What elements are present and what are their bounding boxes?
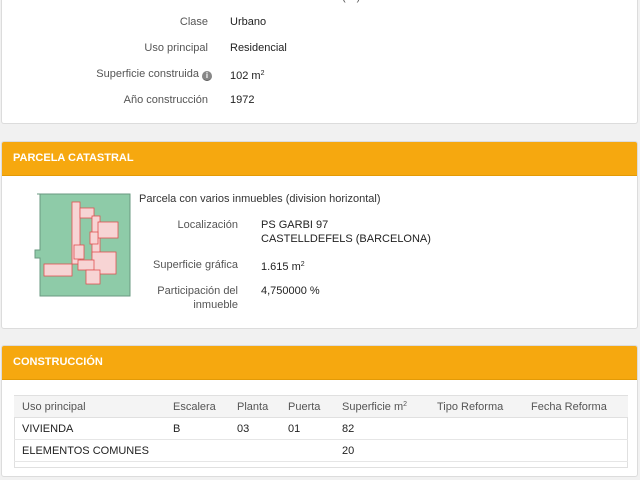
partial-text: (…) [342,0,360,4]
construccion-header: CONSTRUCCIÓN [2,346,637,380]
cell-fecha-reforma [523,439,628,462]
col-fecha-reforma: Fecha Reforma [523,395,628,418]
table-row: VIVIENDA B 03 01 82 [14,417,628,440]
col-escalera: Escalera [165,395,229,418]
superficie-construida-label-text: Superficie construida [96,68,199,80]
localizacion-line1: PS GARBI 97 [261,219,329,231]
cell-tipo-reforma [429,439,523,462]
table-header-row: Uso principal Escalera Planta Puerta Sup… [14,395,628,418]
participacion-label-1: Participación del [157,285,238,297]
cell-superficie: 82 [334,417,429,440]
col-puerta-text: Puerta [288,400,321,413]
parcela-header: PARCELA CATASTRAL [2,142,637,176]
col-puerta: Puerta [280,395,334,418]
sup-2-col: 2 [403,400,408,408]
superficie-grafica-value: 1.615 m2 [261,258,305,274]
col-tipo-reforma: Tipo Reforma [429,395,523,418]
localizacion-line2: CASTELLDEFELS (BARCELONA) [261,233,431,245]
row-clase: Clase Urbano [2,15,639,29]
cell-puerta: 01 [280,417,334,440]
parcela-catastral-card: PARCELA CATASTRAL Parcela con varios inm… [1,141,638,329]
construccion-table: Uso principal Escalera Planta Puerta Sup… [14,395,628,462]
row-localizacion-2: CASTELLDEFELS (BARCELONA) [2,232,639,246]
info-icon[interactable]: i [202,71,212,81]
row-ano-construccion: Año construcción 1972 [2,93,639,107]
inmueble-card: (…) Clase Urbano Uso principal Residenci… [1,0,638,124]
col-superficie: Superficie m2 [334,395,429,418]
row-participacion: Participación del 4,750000 % [2,284,639,298]
cell-planta [229,439,280,462]
cell-fecha-reforma [523,417,628,440]
ano-construccion-label: Año construcción [123,94,208,106]
col-planta: Planta [229,395,280,418]
cell-uso: VIVIENDA [14,417,165,440]
cell-escalera: B [165,417,229,440]
sup-2: 2 [260,70,265,77]
superficie-grafica-label: Superficie gráfica [153,259,238,271]
row-uso-principal: Uso principal Residencial [2,41,639,55]
row-participacion-2: inmueble [2,298,639,312]
superficie-construida-label: Superficie construida i [96,67,212,81]
localizacion-label: Localización [177,219,238,231]
clase-value: Urbano [230,16,267,28]
superficie-grafica-value-text: 1.615 m [261,261,301,273]
table-row: ELEMENTOS COMUNES 20 [14,439,628,462]
partial-row: (…) [2,0,639,4]
uso-principal-label: Uso principal [144,42,208,54]
participacion-label-2: inmueble [193,299,238,311]
cell-puerta [280,439,334,462]
row-superficie-grafica: Superficie gráfica 1.615 m2 [2,258,639,274]
superficie-construida-value-text: 102 m [230,70,261,82]
uso-principal-value: Residencial [230,42,287,54]
construccion-card: CONSTRUCCIÓN Uso principal Escalera Plan… [1,345,638,477]
cell-planta: 03 [229,417,280,440]
cell-superficie: 20 [334,439,429,462]
clase-label: Clase [179,16,208,28]
sup-2-parcela: 2 [300,261,305,268]
cell-escalera [165,439,229,462]
superficie-construida-value: 102 m2 [230,67,264,83]
cell-tipo-reforma [429,417,523,440]
row-superficie-construida: Superficie construida i 102 m2 [2,67,639,83]
cell-uso: ELEMENTOS COMUNES [14,439,165,462]
col-superficie-text: Superficie m [342,400,404,413]
parcela-description: Parcela con varios inmuebles (division h… [139,193,381,205]
ano-construccion-value: 1972 [230,94,255,106]
col-uso-principal: Uso principal [14,395,165,418]
row-localizacion: Localización PS GARBI 97 [2,218,639,232]
participacion-value: 4,750000 % [261,285,320,297]
